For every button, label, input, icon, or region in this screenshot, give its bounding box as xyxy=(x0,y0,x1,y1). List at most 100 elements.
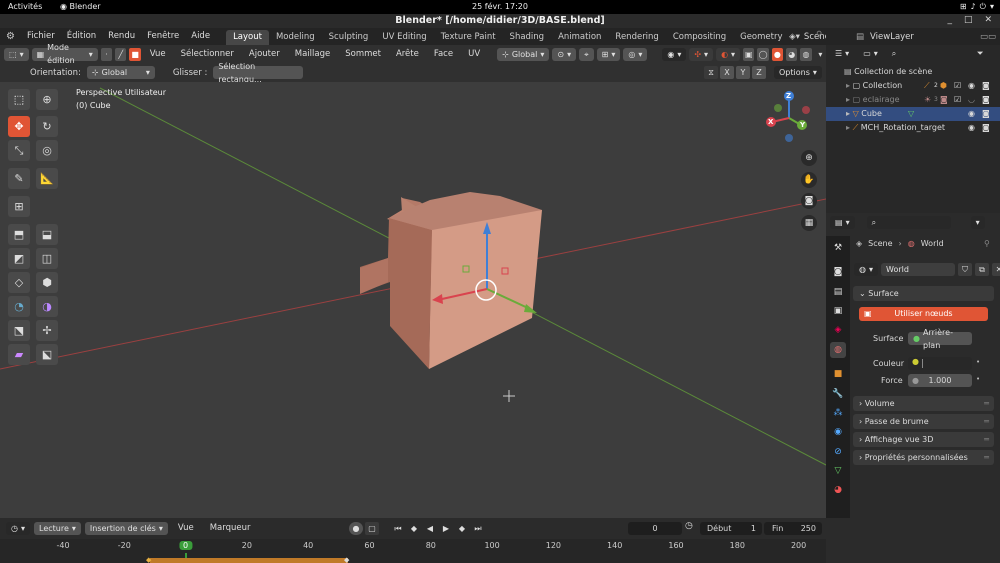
keying-menu[interactable]: Insertion de clés ▾ xyxy=(84,522,168,535)
select-box-tool[interactable]: ⬚ xyxy=(8,89,30,110)
drag-handle-icon[interactable]: ═ xyxy=(984,450,989,465)
tab-layout[interactable]: Layout xyxy=(226,29,269,45)
tab-compositing[interactable]: Compositing xyxy=(666,30,733,45)
knife-tool[interactable]: ◇ xyxy=(8,272,30,293)
marker-menu[interactable]: Marqueur xyxy=(204,520,257,537)
auto-keying-icon[interactable]: ▢ xyxy=(365,522,379,535)
timeline-view-menu[interactable]: Vue xyxy=(172,520,200,537)
bevel-tool[interactable]: ◩ xyxy=(8,248,30,269)
camera-render-icon[interactable]: ◙ xyxy=(982,79,990,93)
list-item[interactable]: ▸ ⟋ MCH_Rotation_target ◉ ◙ xyxy=(826,121,1000,135)
scale-tool[interactable]: ⤡ xyxy=(8,140,30,161)
eye-icon[interactable]: ◉ xyxy=(968,121,975,135)
menu-edge[interactable]: Arête xyxy=(390,46,425,63)
tab-sculpting[interactable]: Sculpting xyxy=(322,30,376,45)
menu-vertex[interactable]: Sommet xyxy=(339,46,387,63)
list-item[interactable]: ▸ ▽ Cube ▽ ◉ ◙ xyxy=(826,107,1000,121)
zoom-icon[interactable]: ⊕ xyxy=(801,150,817,166)
camera-icon[interactable]: ◙ xyxy=(801,193,817,209)
outliner-filter-mode[interactable]: ▭ ▾ xyxy=(858,47,883,60)
fake-user-shield-icon[interactable]: ⛉ xyxy=(958,263,972,276)
face-select-button[interactable]: ■ xyxy=(129,47,141,61)
vertex-select-button[interactable]: · xyxy=(100,47,113,61)
edge-slide-tool[interactable]: ⬔ xyxy=(8,320,30,341)
rotate-tool[interactable]: ↻ xyxy=(36,116,58,137)
list-item[interactable]: ▸ ▢ eclairage ☀ 3 ◙ ☑ ◡ ◙ xyxy=(826,93,1000,107)
extrude-tool[interactable]: ⬒ xyxy=(8,224,30,245)
pivot-point-button[interactable]: ⊙ ▾ xyxy=(552,47,577,61)
modifier-tab-icon[interactable]: 🔧 xyxy=(830,386,846,402)
keyframe-icon[interactable]: ◆ xyxy=(344,556,349,563)
camera-render-icon[interactable]: ◙ xyxy=(982,121,990,135)
tab-uv-editing[interactable]: UV Editing xyxy=(375,30,433,45)
gizmo-toggle[interactable]: ✣ ▾ xyxy=(689,47,714,61)
scene-tab-icon[interactable]: ◈ xyxy=(830,322,846,338)
output-tab-icon[interactable]: ▤ xyxy=(830,284,846,300)
system-tray[interactable]: ⊞ ♪ ⏻ ▾ xyxy=(960,2,994,12)
menu-face[interactable]: Face xyxy=(428,46,459,63)
cursor-tool[interactable]: ⊕ xyxy=(36,89,58,110)
close-icon[interactable]: ✕ xyxy=(992,263,1000,276)
drag-handle-icon[interactable]: ═ xyxy=(984,414,989,429)
overlay-toggle[interactable]: ◐ ▾ xyxy=(716,47,741,61)
viewport-display-panel-header[interactable]: › Affichage vue 3D ═ xyxy=(853,432,994,447)
menu-render[interactable]: Rendu xyxy=(102,28,141,45)
custom-properties-panel-header[interactable]: › Propriétés personnalisées ═ xyxy=(853,450,994,465)
tab-modeling[interactable]: Modeling xyxy=(269,30,322,45)
drag-handle-icon[interactable]: ═ xyxy=(984,396,989,411)
shading-rendered[interactable]: ◍ xyxy=(800,47,812,61)
edge-select-button[interactable]: ╱ xyxy=(115,47,127,61)
stopwatch-icon[interactable]: ◷ xyxy=(685,521,693,531)
smooth-tool[interactable]: ◑ xyxy=(36,296,58,317)
color-field[interactable]: ● xyxy=(908,357,972,370)
camera-render-icon[interactable]: ◙ xyxy=(982,107,990,121)
shrink-fatten-tool[interactable]: ✢ xyxy=(36,320,58,341)
inset-tool[interactable]: ⬓ xyxy=(36,224,58,245)
rip-region-tool[interactable]: ⬕ xyxy=(36,344,58,365)
drag-handle-icon[interactable]: ═ xyxy=(984,432,989,447)
tab-animation[interactable]: Animation xyxy=(551,30,608,45)
timeline-ruler[interactable]: -40 -20 0 20 40 60 80 100 120 140 160 180 200 ◆ ◆ xyxy=(0,539,826,563)
mirror-x-toggle[interactable]: X xyxy=(720,66,734,79)
tab-geometry-nodes[interactable]: Geometry No xyxy=(733,30,785,45)
properties-options[interactable]: ▾ xyxy=(970,216,985,229)
keyframe-dot-icon[interactable]: • xyxy=(976,375,980,383)
shading-solid[interactable]: ● xyxy=(771,47,784,61)
properties-search-input[interactable]: ⌕ xyxy=(866,216,951,229)
tool-tab-icon[interactable]: ⚒ xyxy=(830,240,846,256)
tab-rendering[interactable]: Rendering xyxy=(608,30,665,45)
surface-shader-button[interactable]: ● Arrière-plan xyxy=(908,328,972,350)
prev-keyframe-icon[interactable]: ◆ xyxy=(407,522,421,535)
start-frame-field[interactable]: Début 1 xyxy=(700,522,762,535)
tab-texture-paint[interactable]: Texture Paint xyxy=(434,30,503,45)
constraints-tab-icon[interactable]: ⊘ xyxy=(830,444,846,460)
list-item[interactable]: ▸ ▢ Collection ⟋ 2 ⬢ ☑ ◉ ◙ xyxy=(826,79,1000,93)
view-layer-tab-icon[interactable]: ▣ xyxy=(830,303,846,319)
view-layer-name[interactable]: ViewLayer xyxy=(870,32,914,42)
play-reverse-icon[interactable]: ◀ xyxy=(423,522,437,535)
proportional-edit-button[interactable]: ◎ ▾ xyxy=(623,47,648,61)
menu-view[interactable]: Vue xyxy=(144,46,172,63)
transform-orientation-selector[interactable]: ⊹ Global ▾ xyxy=(497,47,550,61)
filter-icon[interactable]: ⏷ xyxy=(977,49,984,59)
transform-tool[interactable]: ◎ xyxy=(36,140,58,161)
world-name-field[interactable]: World xyxy=(881,263,955,276)
duplicate-icon[interactable]: ⧉ xyxy=(975,263,989,276)
render-tab-icon[interactable]: ◙ xyxy=(830,264,846,280)
next-keyframe-icon[interactable]: ◆ xyxy=(455,522,469,535)
drag-dropdown[interactable]: Sélection rectangu... xyxy=(213,62,304,84)
keyframe-icon[interactable]: ◆ xyxy=(146,556,151,563)
record-icon[interactable]: ● xyxy=(349,522,363,535)
tab-shading[interactable]: Shading xyxy=(503,30,552,45)
surface-panel-header[interactable]: ⌄ Surface xyxy=(853,286,994,301)
move-tool[interactable]: ✥ xyxy=(8,116,30,137)
menu-help[interactable]: Aide xyxy=(185,28,216,45)
eye-closed-icon[interactable]: ◡ xyxy=(968,93,975,107)
particles-tab-icon[interactable]: ⁂ xyxy=(830,405,846,421)
orientation-dropdown[interactable]: ⊹ Global ▾ xyxy=(86,66,155,79)
blender-logo-icon[interactable]: ⚙ xyxy=(0,31,21,42)
playback-menu[interactable]: Lecture ▾ xyxy=(34,522,81,535)
spin-tool[interactable]: ◔ xyxy=(8,296,30,317)
snap-button[interactable]: ⌖ xyxy=(579,47,594,61)
pin-icon[interactable]: ⚲ xyxy=(984,239,990,248)
